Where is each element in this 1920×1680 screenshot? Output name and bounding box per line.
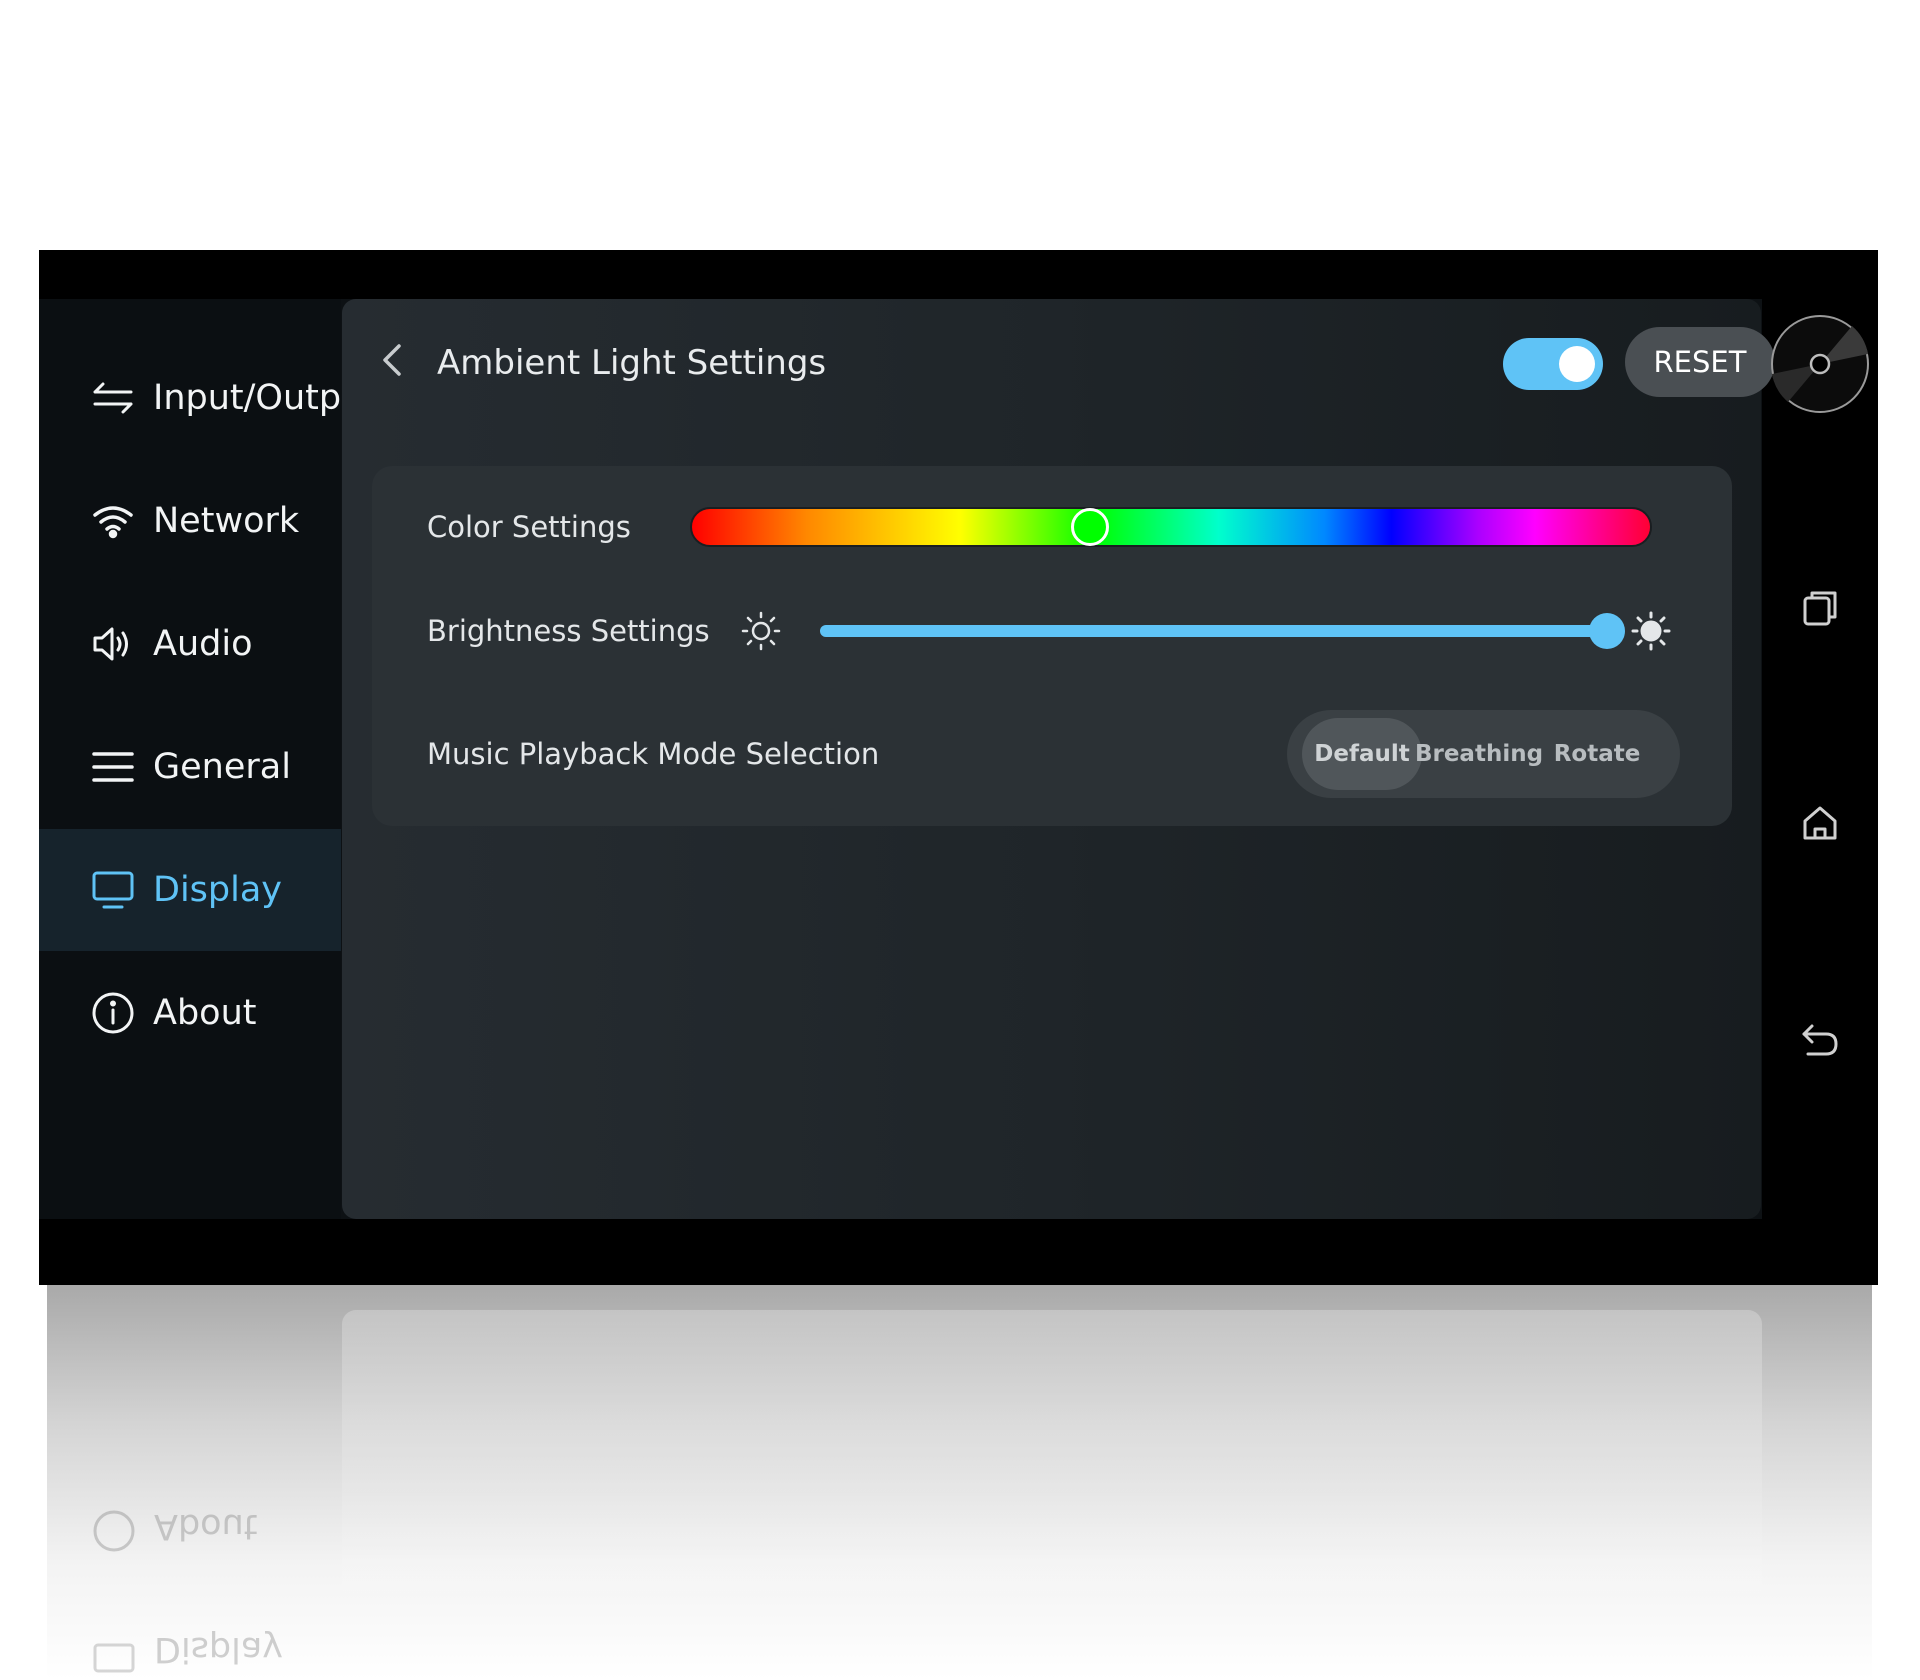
home-icon <box>1800 803 1840 847</box>
mode-option-rotate[interactable]: Rotate <box>1542 718 1652 790</box>
brightness-high-icon <box>1630 610 1672 652</box>
input-output-icon <box>91 376 135 420</box>
sidebar-item-label: Display <box>153 870 283 910</box>
return-arrow-icon <box>1800 1020 1840 1064</box>
disc-button[interactable] <box>1770 314 1870 418</box>
sidebar-item-label: About <box>153 993 257 1033</box>
sidebar-item-about[interactable]: About <box>39 952 341 1074</box>
device-frame: Input/Output Network Audio <box>39 250 1878 1285</box>
reflection-display: Display <box>92 1623 283 1676</box>
music-mode-selector: Default Breathing Rotate <box>1287 710 1680 798</box>
sidebar-item-general[interactable]: General <box>39 706 341 828</box>
wifi-icon <box>91 499 135 543</box>
sidebar: Input/Output Network Audio <box>39 299 341 1219</box>
mode-option-breathing[interactable]: Breathing <box>1415 718 1543 790</box>
screen: Input/Output Network Audio <box>39 299 1775 1219</box>
info-icon <box>92 1500 136 1553</box>
reflection-panel <box>342 1310 1762 1680</box>
brightness-slider-thumb[interactable] <box>1589 613 1626 649</box>
home-button[interactable] <box>1790 795 1850 855</box>
back-nav-button[interactable] <box>1790 1012 1850 1072</box>
monitor-icon <box>92 1623 136 1676</box>
mode-option-default[interactable]: Default <box>1302 718 1422 790</box>
recent-apps-icon <box>1800 588 1840 632</box>
menu-icon <box>91 745 135 789</box>
speaker-icon <box>91 622 135 666</box>
color-settings-label: Color Settings <box>427 510 631 544</box>
reset-button[interactable]: RESET <box>1625 327 1775 397</box>
reflection-about: About <box>92 1500 257 1553</box>
brightness-slider[interactable] <box>820 613 1626 649</box>
info-icon <box>91 991 135 1035</box>
page-title: Ambient Light Settings <box>437 343 827 383</box>
music-mode-label: Music Playback Mode Selection <box>427 737 880 771</box>
settings-card: Color Settings Brightness Settings Music… <box>372 466 1732 826</box>
sidebar-item-input-output[interactable]: Input/Output <box>39 337 341 459</box>
sidebar-item-label: Input/Output <box>153 378 341 418</box>
ambient-light-toggle[interactable] <box>1503 338 1603 390</box>
disc-icon <box>1770 314 1870 418</box>
monitor-icon <box>91 868 135 912</box>
system-bar <box>1762 250 1878 1285</box>
brightness-slider-fill <box>820 625 1608 637</box>
sidebar-item-label: General <box>153 747 291 787</box>
sidebar-item-label: Network <box>153 501 300 541</box>
back-button[interactable] <box>372 337 412 387</box>
content-panel: Ambient Light Settings RESET Color Setti… <box>342 299 1775 1219</box>
color-slider-thumb[interactable] <box>1070 508 1109 546</box>
sidebar-item-label: Audio <box>153 624 253 664</box>
chevron-left-icon <box>381 342 403 382</box>
sidebar-item-display[interactable]: Display <box>39 829 341 951</box>
toggle-knob <box>1559 346 1595 382</box>
brightness-low-icon <box>740 610 782 652</box>
sidebar-item-network[interactable]: Network <box>39 460 341 582</box>
color-slider[interactable] <box>690 507 1652 547</box>
sidebar-item-audio[interactable]: Audio <box>39 583 341 705</box>
device-reflection: About Display <box>47 1285 1872 1680</box>
brightness-settings-label: Brightness Settings <box>427 614 710 648</box>
recent-apps-button[interactable] <box>1790 580 1850 640</box>
